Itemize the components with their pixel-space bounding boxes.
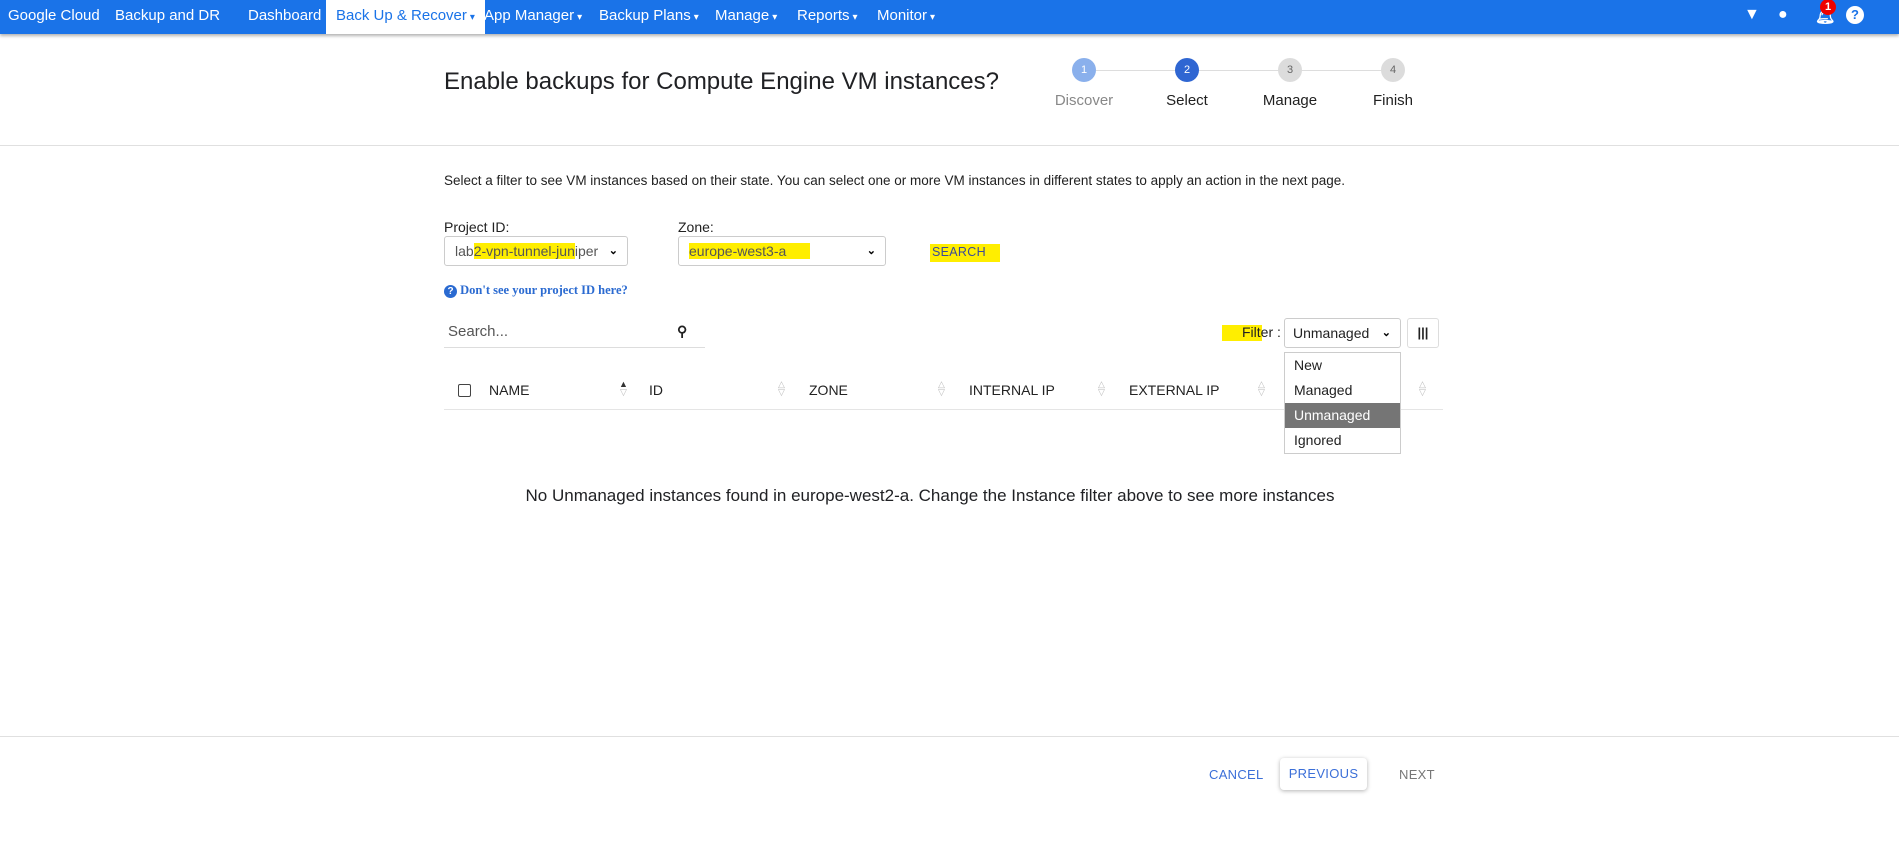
filter-select[interactable]: Unmanaged ⌄ [1284, 318, 1401, 348]
sort-icon[interactable]: △ ▽ [938, 380, 945, 397]
top-nav: Google Cloud Backup and DR Dashboard Bac… [0, 0, 1899, 34]
empty-state-message: No Unmanaged instances found in europe-w… [525, 486, 1335, 505]
select-all-checkbox[interactable] [458, 384, 471, 397]
project-id-select[interactable]: lab2-vpn-tunnel-juniper ⌄ [444, 236, 628, 266]
filter-option-ignored[interactable]: Ignored [1285, 428, 1400, 453]
nav-reports[interactable]: Reports ▾ [797, 0, 858, 34]
step-label: Discover [1054, 92, 1114, 109]
step-1: 1 [1072, 58, 1096, 82]
columns-button[interactable]: ||| [1407, 318, 1439, 348]
zone-select[interactable]: europe-west3-a ⌄ [678, 236, 886, 266]
sort-icon[interactable]: △ ▽ [1419, 380, 1426, 397]
step-label: Manage [1262, 92, 1318, 109]
column-header-id[interactable]: ID [649, 382, 663, 398]
chevron-down-icon: ⌄ [608, 245, 618, 257]
instruction-text: Select a filter to see VM instances base… [444, 173, 1346, 188]
value-part: iper [574, 243, 599, 259]
columns-icon: ||| [1417, 325, 1429, 340]
column-header-internal-ip[interactable]: INTERNAL IP [969, 382, 1055, 398]
page-title: Enable backups for Compute Engine VM ins… [444, 68, 999, 95]
sort-icon[interactable]: ▲ ▽ [619, 380, 628, 397]
sort-icon[interactable]: △ ▽ [1098, 380, 1105, 397]
help-circle-icon: ? [444, 285, 457, 298]
column-header-external-ip[interactable]: EXTERNAL IP [1129, 382, 1220, 398]
help-icon[interactable]: ? [1846, 6, 1864, 24]
column-header-name[interactable]: NAME [489, 382, 529, 398]
chevron-down-icon: ▾ [577, 12, 583, 23]
search-icon[interactable]: ⚲ [677, 323, 687, 340]
search-placeholder: Search... [448, 323, 509, 340]
filter-dropdown-menu: New Managed Unmanaged Ignored [1284, 352, 1401, 454]
search-button[interactable]: SEARCH [930, 244, 1000, 262]
search-input[interactable]: Search... ⚲ [444, 321, 705, 348]
chevron-down-icon: ▾ [469, 12, 475, 23]
nav-label: Reports [797, 7, 850, 24]
nav-label: Monitor [877, 7, 928, 24]
chevron-down-icon: ▾ [852, 12, 858, 23]
step-3: 3 [1278, 58, 1302, 82]
nav-label: Manage [715, 7, 770, 24]
filter-option-managed[interactable]: Managed [1285, 378, 1400, 403]
step-4: 4 [1381, 58, 1405, 82]
filter-option-unmanaged[interactable]: Unmanaged [1285, 403, 1400, 428]
google-cloud-logo[interactable]: Google Cloud [8, 0, 100, 34]
chevron-down-icon: ▾ [772, 12, 778, 23]
user-icon[interactable]: ● [1778, 6, 1788, 24]
step-2: 2 [1175, 58, 1199, 82]
filter-icon[interactable]: ▼ [1744, 6, 1760, 24]
nav-monitor[interactable]: Monitor ▾ [877, 0, 935, 34]
help-link-text: Don't see your project ID here? [460, 283, 628, 297]
nav-label: Backup Plans [599, 7, 691, 24]
chevron-down-icon: ▾ [930, 12, 936, 23]
step-label: Finish [1372, 92, 1414, 109]
previous-button[interactable]: PREVIOUS [1280, 758, 1367, 790]
nav-app-manager[interactable]: App Manager ▾ [484, 0, 582, 34]
filter-option-new[interactable]: New [1285, 353, 1400, 378]
filter-value: Unmanaged [1293, 325, 1370, 341]
cancel-button[interactable]: CANCEL [1209, 767, 1264, 782]
chevron-down-icon: ⌄ [1381, 327, 1391, 339]
stepper-line [1096, 70, 1390, 71]
nav-back-up-recover[interactable]: Back Up & Recover ▾ [326, 0, 485, 34]
step-label: Select [1166, 92, 1208, 109]
sort-icon[interactable]: △ ▽ [778, 380, 785, 397]
nav-backup-plans[interactable]: Backup Plans ▾ [599, 0, 699, 34]
product-name[interactable]: Backup and DR [115, 0, 220, 34]
footer-divider [0, 736, 1899, 737]
chevron-down-icon: ⌄ [866, 245, 876, 257]
nav-manage[interactable]: Manage ▾ [715, 0, 777, 34]
nav-label: Back Up & Recover [336, 7, 467, 24]
filter-label: Filter : [1242, 324, 1281, 340]
help-link[interactable]: ? Don't see your project ID here? [444, 283, 628, 298]
value-part: lab [455, 243, 474, 259]
value-part: 2-vpn-tunnel-jun [473, 243, 575, 259]
divider [0, 145, 1899, 146]
nav-dashboard[interactable]: Dashboard [248, 0, 321, 34]
nav-label: App Manager [484, 7, 575, 24]
column-header-zone[interactable]: ZONE [809, 382, 848, 398]
zone-value: europe-west3-a [689, 243, 811, 259]
chevron-down-icon: ▾ [693, 12, 699, 23]
sort-icon[interactable]: △ ▽ [1258, 380, 1265, 397]
next-button[interactable]: NEXT [1399, 767, 1435, 782]
zone-label: Zone: [678, 219, 714, 235]
project-id-label: Project ID: [444, 219, 510, 235]
